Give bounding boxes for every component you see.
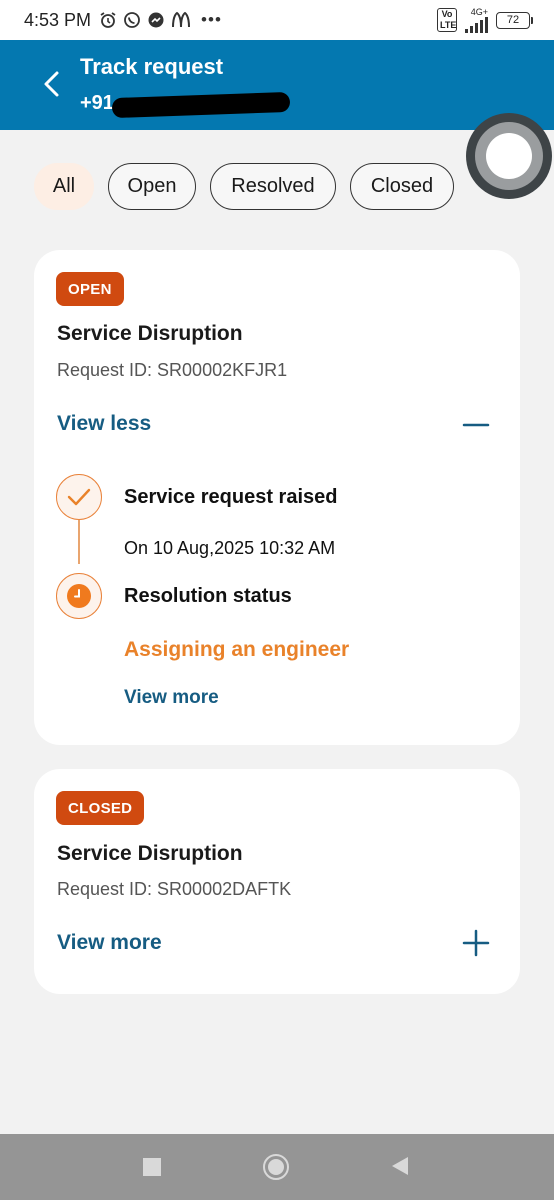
signal-icon [465, 16, 488, 33]
notification-icons: ••• [99, 10, 222, 30]
battery-level: 72 [506, 14, 520, 26]
timeline-connector [78, 520, 80, 564]
request-title: Service Disruption [57, 842, 243, 865]
filter-chip-resolved[interactable]: Resolved [210, 163, 336, 210]
system-nav-bar [0, 1134, 554, 1200]
chevron-left-icon [44, 71, 59, 97]
resolution-status: Assigning an engineer [124, 638, 350, 661]
filter-chip-all[interactable]: All [34, 163, 94, 210]
messenger-icon [148, 12, 164, 28]
step-title: Service request raised [124, 486, 338, 508]
step-pending-marker [56, 573, 102, 619]
floating-button-dot [486, 133, 532, 179]
step-date: On 10 Aug,2025 10:32 AM [124, 538, 336, 558]
request-id: Request ID: SR00002DAFTK [57, 879, 292, 899]
request-card: OPEN Service Disruption Request ID: SR00… [34, 250, 520, 745]
view-less-link[interactable]: View less [57, 412, 151, 436]
filter-chip-closed[interactable]: Closed [350, 163, 454, 210]
filter-chip-open[interactable]: Open [108, 163, 196, 210]
request-title: Service Disruption [57, 322, 243, 345]
status-bar: 4:53 PM ••• Vo LTE 4G+ 72 [0, 0, 554, 40]
redaction-mark [111, 91, 291, 119]
recents-button[interactable] [143, 1158, 161, 1176]
step-completed-marker [56, 474, 102, 520]
request-id: Request ID: SR00002KFJR1 [57, 360, 288, 380]
check-icon [67, 488, 91, 506]
status-badge: CLOSED [56, 791, 145, 825]
back-button[interactable] [38, 68, 64, 100]
view-more-link[interactable]: View more [57, 931, 162, 955]
home-icon [268, 1159, 284, 1175]
more-icon: ••• [201, 10, 222, 29]
page-title: Track request [80, 54, 224, 79]
status-badge: OPEN [56, 272, 124, 306]
request-card: CLOSED Service Disruption Request ID: SR… [34, 769, 520, 994]
network-type: 4G+ [470, 6, 488, 17]
alarm-icon [100, 12, 116, 28]
plus-icon[interactable] [462, 929, 490, 957]
view-more-link[interactable]: View more [124, 687, 219, 709]
floating-assist-button[interactable] [466, 113, 552, 199]
home-button[interactable] [263, 1154, 289, 1180]
volte-icon: Vo LTE [437, 8, 457, 32]
minus-icon[interactable] [462, 411, 490, 439]
floating-button-ring [475, 122, 543, 190]
phone-number: +91 [80, 92, 114, 114]
whatsapp-icon [124, 12, 140, 28]
filter-bar: All Open Resolved Closed [34, 163, 454, 210]
step-title: Resolution status [124, 585, 292, 607]
status-right: Vo LTE 4G+ 72 [437, 6, 533, 33]
status-time: 4:53 PM [24, 9, 92, 30]
mcdonalds-icon [172, 11, 191, 28]
back-nav-button[interactable] [392, 1157, 408, 1175]
app-header: Track request +91 [0, 40, 554, 130]
clock-icon [67, 584, 91, 608]
battery-icon: 72 [496, 11, 533, 29]
